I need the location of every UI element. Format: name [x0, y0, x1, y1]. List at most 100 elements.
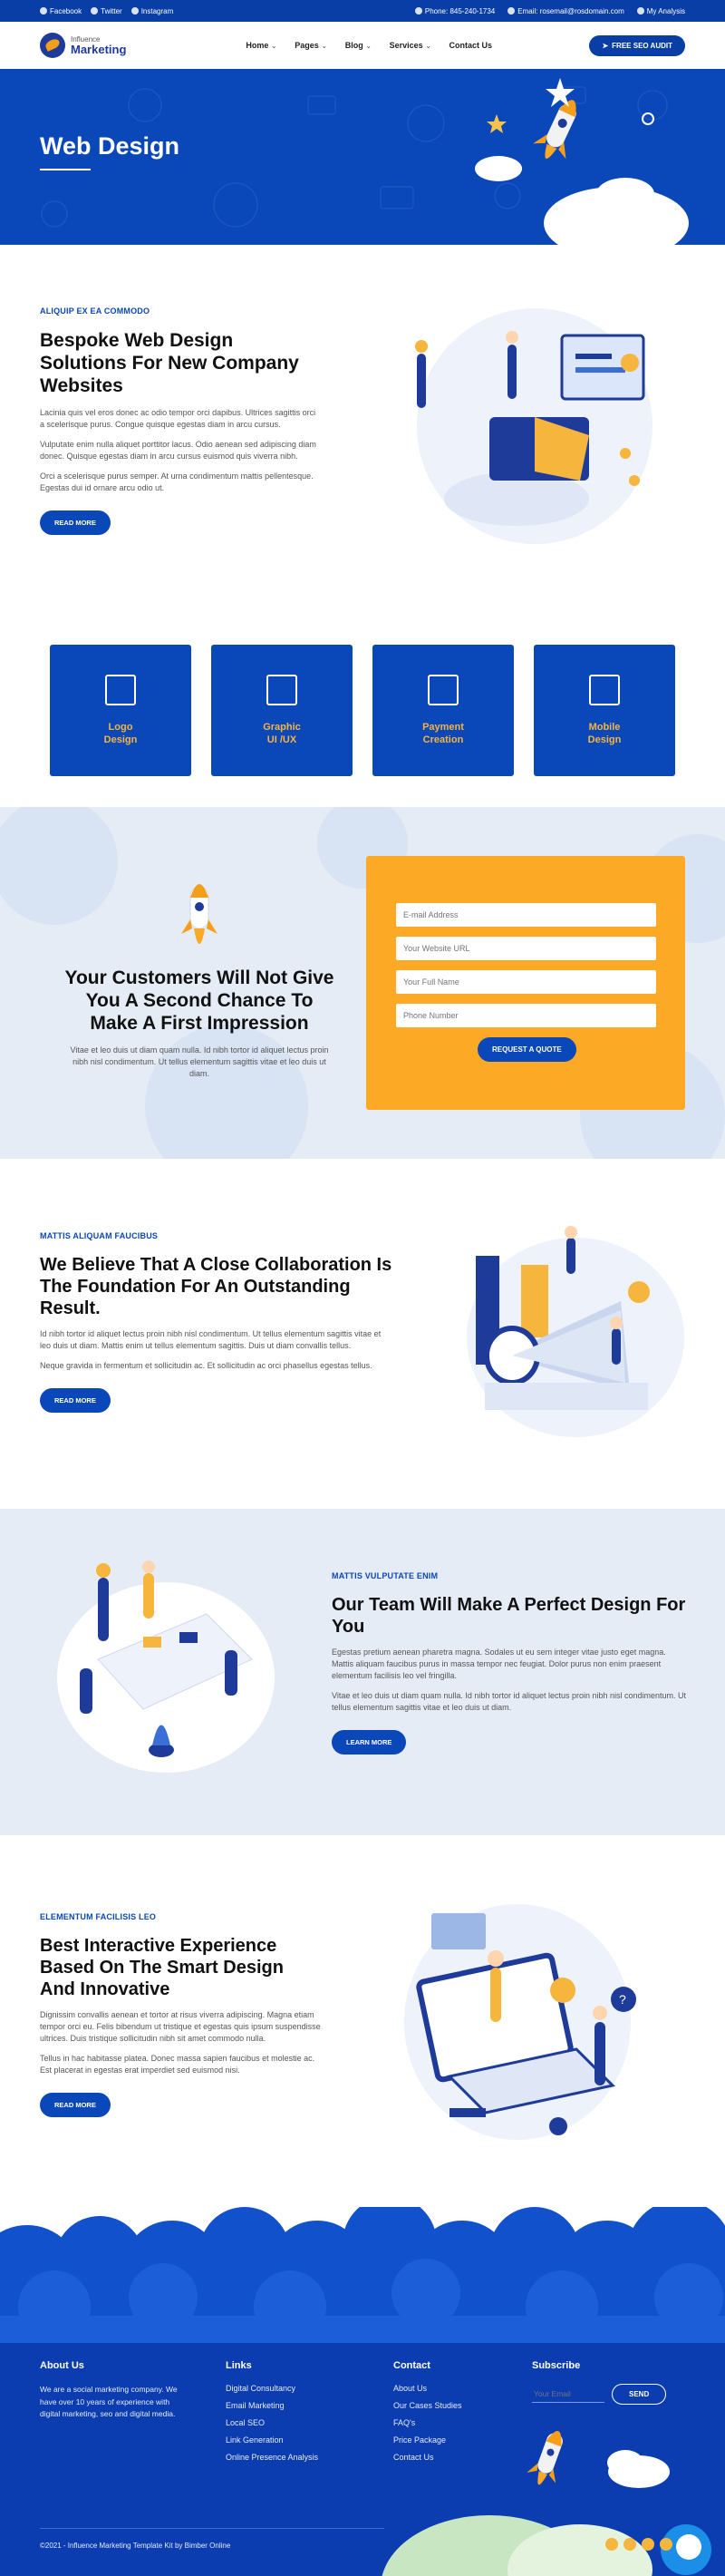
intro-paragraph-1: Lacinia quis vel eros donec ac odio temp…	[40, 407, 316, 429]
collab-paragraph-1: Id nibh tortor id aliquet lectus proin n…	[40, 1329, 382, 1351]
nav-pages[interactable]: Pages ⌄	[295, 41, 326, 50]
service-card-payment[interactable]: Payment Creation	[372, 645, 514, 776]
mobile-design-icon	[589, 674, 620, 705]
collab-read-more-button[interactable]: READ MORE	[40, 1388, 111, 1414]
quote-title: Your Customers Will Not Give You A Secon…	[64, 967, 334, 1035]
footer-link[interactable]: Digital Consultancy	[226, 2384, 318, 2393]
request-quote-button[interactable]: REQUEST A QUOTE	[478, 1037, 576, 1062]
footer-about: About Us We are a social marketing compa…	[40, 2360, 185, 2421]
team-content: MATTIS VULPUTATE ENIM Our Team Will Make…	[332, 1571, 687, 1755]
laptop-illustration: ?	[404, 1904, 636, 2140]
facebook-icon[interactable]	[605, 2538, 618, 2551]
nav-contact[interactable]: Contact Us	[450, 41, 493, 50]
main-header: Influence Marketing Home ⌄ Pages ⌄ Blog ⌄ Se…	[0, 22, 725, 69]
main-menu: Home ⌄ Pages ⌄ Blog ⌄ Services ⌄ Contact Us	[246, 41, 492, 50]
collab-kicker: MATTIS ALIQUAM FAUCIBUS	[40, 1231, 159, 1240]
logo-icon	[40, 33, 65, 58]
youtube-icon[interactable]	[660, 2538, 672, 2551]
facebook-link[interactable]: Facebook	[40, 7, 82, 15]
nav-blog[interactable]: Blog ⌄	[345, 41, 372, 50]
full-name-field[interactable]	[396, 970, 656, 994]
payment-icon	[428, 674, 459, 705]
footer-link[interactable]: Link Generation	[226, 2435, 318, 2445]
intro-read-more-button[interactable]: READ MORE	[40, 510, 111, 535]
instagram-icon	[130, 7, 139, 15]
phone-field[interactable]	[396, 1004, 656, 1027]
service-card-graphic-ui[interactable]: Graphic UI /UX	[211, 645, 353, 776]
experience-paragraph-1: Dignissim convallis aenean et tortor at …	[40, 2010, 321, 2044]
experience-paragraph-2: Tellus in hac habitasse platea. Donec ma…	[40, 2054, 315, 2075]
phone-info: Phone: 845-240-1734	[414, 7, 495, 15]
footer-contact-link[interactable]: About Us	[393, 2384, 462, 2393]
mail-icon	[508, 7, 516, 15]
footer-links-title: Links	[226, 2360, 252, 2371]
twitter-icon[interactable]	[624, 2538, 636, 2551]
chevron-down-icon: ⌄	[271, 44, 277, 50]
instagram-link[interactable]: Instagram	[130, 7, 173, 15]
email-field[interactable]	[396, 903, 656, 927]
chevron-down-icon: ⌄	[365, 44, 372, 50]
free-seo-audit-button[interactable]: ➤ FREE SEO AUDIT	[589, 34, 685, 56]
twitter-link[interactable]: Twitter	[91, 7, 122, 15]
quote-text: Vitae et leo duis ut diam quam nulla. Id…	[70, 1045, 329, 1079]
footer-links: Links Digital Consultancy Email Marketin…	[226, 2360, 318, 2470]
learn-more-button[interactable]: LEARN MORE	[332, 1730, 407, 1755]
collab-paragraph-2: Neque gravida in fermentum et sollicitud…	[40, 1361, 372, 1371]
footer-about-title: About Us	[40, 2360, 84, 2371]
footer-link[interactable]: Online Presence Analysis	[226, 2453, 318, 2462]
rocket-icon	[181, 884, 218, 944]
footer-subscribe: Subscribe SEND	[532, 2360, 695, 2405]
nav-services[interactable]: Services ⌄	[390, 41, 431, 50]
team-title: Our Team Will Make A Perfect Design For …	[332, 1595, 686, 1637]
intro-paragraph-3: Orci a scelerisque purus semper. At urna…	[40, 471, 314, 492]
megaphone-illustration	[467, 1226, 684, 1437]
footer-contact-link[interactable]: FAQ's	[393, 2418, 462, 2427]
rocket-illustration	[475, 78, 689, 245]
team-paragraph-2: Vitae et leo duis ut diam quam nulla. Id…	[332, 1691, 687, 1713]
user-icon	[636, 7, 644, 15]
instagram-icon[interactable]	[642, 2538, 654, 2551]
phone-icon	[414, 7, 422, 15]
chevron-down-icon: ⌄	[425, 44, 431, 50]
experience-section: ELEMENTUM FACILISIS LEO Best Interactive…	[40, 1912, 321, 2118]
top-bar: Facebook Twitter Instagram Phone: 845-24…	[0, 0, 725, 22]
website-url-field[interactable]	[396, 937, 656, 960]
svg-text:?: ?	[619, 1992, 626, 2007]
footer-subscribe-title: Subscribe	[532, 2360, 581, 2371]
site-logo[interactable]: Influence Marketing	[40, 33, 126, 58]
email-link[interactable]: Email: rosemail@rosdomain.com	[508, 7, 624, 15]
graphic-ui-icon	[266, 674, 297, 705]
collab-title: We Believe That A Close Collaboration Is…	[40, 1255, 392, 1318]
footer-link[interactable]: Email Marketing	[226, 2401, 318, 2410]
title-underline	[40, 169, 91, 170]
intro-section: ALIQUIP EX EA COMMODO Bespoke Web Design…	[40, 306, 321, 535]
send-icon: ➤	[602, 41, 609, 50]
footer-link[interactable]: Local SEO	[226, 2418, 318, 2427]
send-button[interactable]: SEND	[612, 2384, 667, 2405]
service-card-mobile-design[interactable]: Mobile Design	[534, 645, 675, 776]
web-design-illustration	[415, 308, 652, 544]
footer-divider	[40, 2528, 384, 2529]
footer-social	[605, 2538, 672, 2551]
intro-title: Bespoke Web Design Solutions For New Com…	[40, 330, 299, 397]
subscribe-email-input[interactable]	[532, 2386, 604, 2403]
experience-title: Best Interactive Experience Based On The…	[40, 1936, 284, 1999]
footer-contact-title: Contact	[393, 2360, 430, 2371]
footer-contact-link[interactable]: Price Package	[393, 2435, 462, 2445]
experience-read-more-button[interactable]: READ MORE	[40, 2093, 111, 2118]
footer-contact-link[interactable]: Our Cases Studies	[393, 2401, 462, 2410]
nav-home[interactable]: Home ⌄	[246, 41, 276, 50]
account-link[interactable]: My Analysis	[636, 7, 685, 15]
logo-design-icon	[105, 674, 136, 705]
twitter-icon	[91, 7, 99, 15]
intro-kicker: ALIQUIP EX EA COMMODO	[40, 306, 150, 316]
team-kicker: MATTIS VULPUTATE ENIM	[332, 1571, 439, 1580]
quote-form: REQUEST A QUOTE	[366, 856, 685, 1110]
team-paragraph-1: Egestas pretium aenean pharetra magna. S…	[332, 1648, 666, 1681]
collab-section: MATTIS ALIQUAM FAUCIBUS We Believe That …	[40, 1231, 393, 1414]
service-card-logo-design[interactable]: Logo Design	[50, 645, 191, 776]
team-illustration	[57, 1560, 275, 1773]
intro-paragraph-2: Vulputate enim nulla aliquet porttitor l…	[40, 439, 316, 461]
footer-contact-link[interactable]: Contact Us	[393, 2453, 462, 2462]
page-hero: Web Design	[0, 69, 725, 245]
